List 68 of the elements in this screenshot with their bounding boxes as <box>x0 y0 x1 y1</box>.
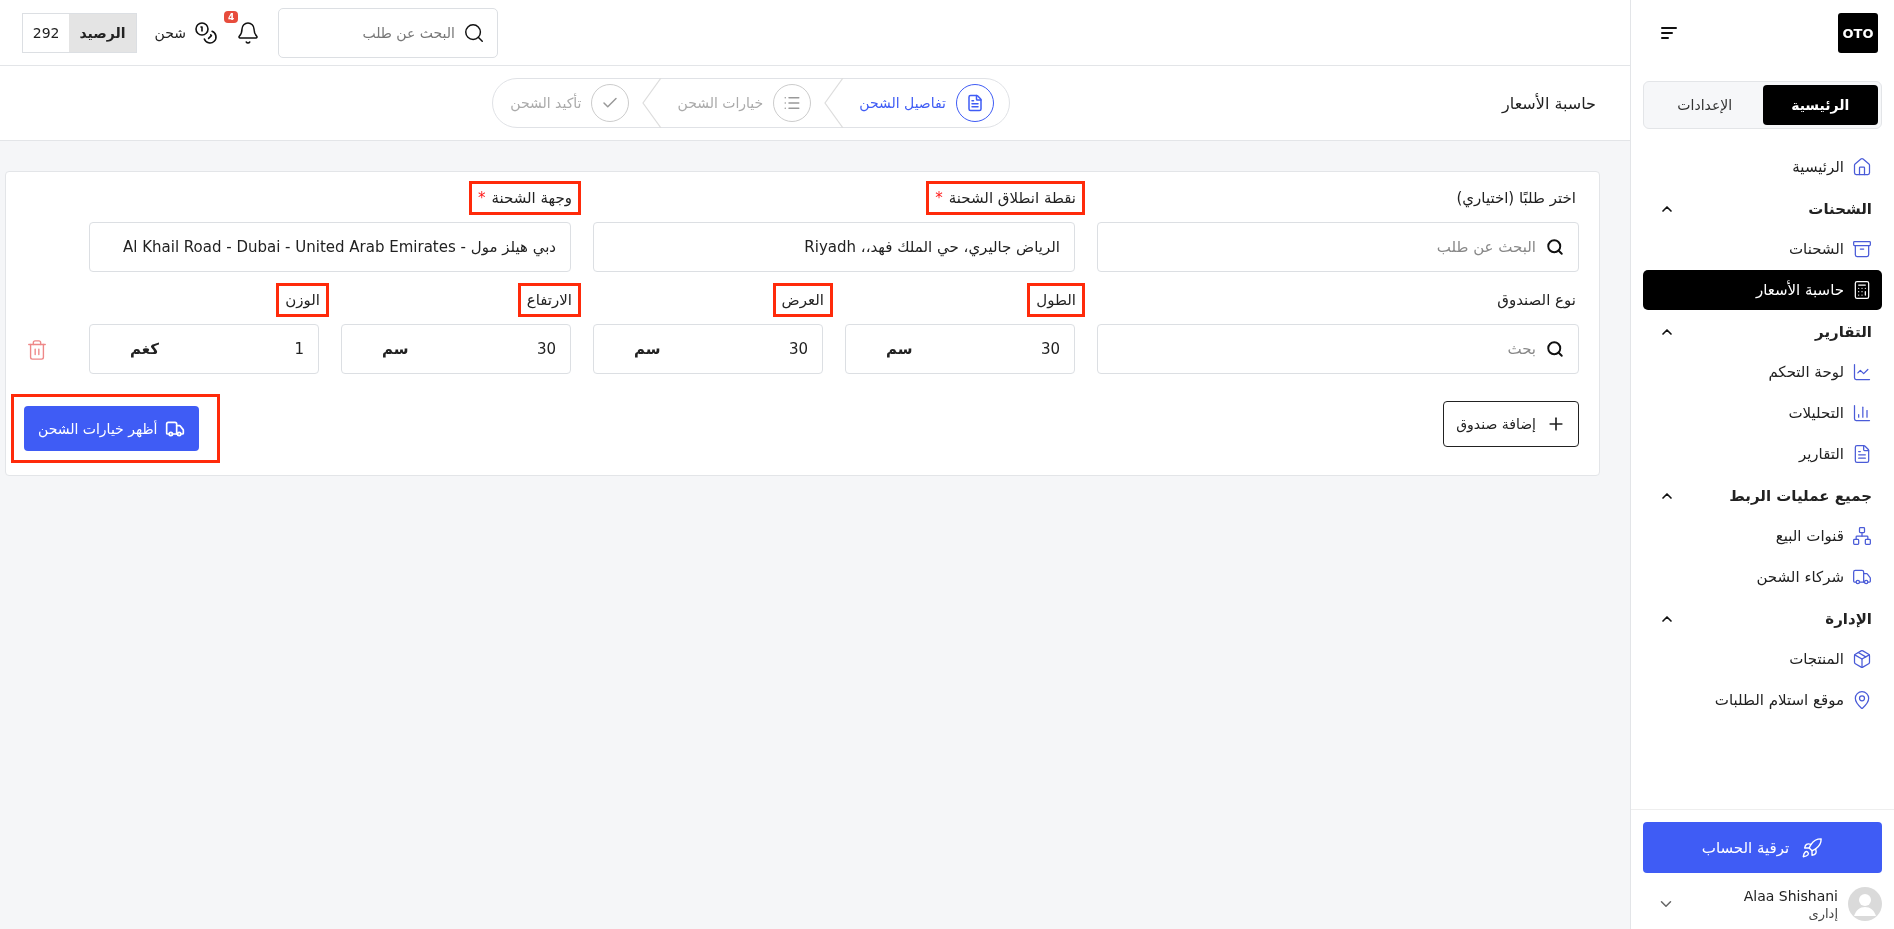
search-field[interactable]: البحث عن طلب <box>278 7 498 58</box>
archive-icon <box>1852 239 1872 259</box>
list-icon <box>783 94 802 112</box>
field-value: 30 <box>1040 340 1060 358</box>
input-field[interactable]: الرياض جاليري، حي الملك فهد،، Riyadh <box>593 222 1075 272</box>
sidebar-item[interactable]: الرئيسية <box>1643 147 1882 187</box>
document-icon <box>1852 444 1872 464</box>
map-pin-icon <box>1852 690 1872 710</box>
field-label: وجهة الشحنة * <box>468 181 581 215</box>
sidebar-tab[interactable]: الرئيسية <box>1762 85 1878 125</box>
sidebar-item[interactable]: شركاء الشحن <box>1643 557 1882 597</box>
network-icon <box>1852 526 1872 546</box>
section-title[interactable]: التقارير <box>1815 322 1872 341</box>
notification-badge: 4 <box>224 10 239 23</box>
field-value: 30 <box>788 340 808 358</box>
field-label: الطول <box>1027 283 1085 317</box>
sidebar-item[interactable]: موقع استلام الطلبات <box>1643 680 1882 720</box>
sidebar-item[interactable]: التقارير <box>1643 434 1882 474</box>
search-icon <box>463 21 485 44</box>
search-icon <box>1546 238 1564 256</box>
step[interactable]: تفاصيل الشحن <box>845 84 1006 122</box>
field-value: 1 <box>294 340 304 358</box>
search-icon <box>1546 340 1564 358</box>
show-options-button[interactable]: أظهر خيارات الشحن <box>24 406 200 451</box>
page-title: حاسبة الأسعار <box>1500 93 1596 113</box>
search-field[interactable]: البحث عن طلب <box>1097 222 1579 272</box>
sidebar-item[interactable]: التحليلات <box>1643 393 1882 433</box>
section-title[interactable]: الإدارة <box>1825 609 1872 628</box>
field-label: نقطة انطلاق الشحنة * <box>926 181 1085 215</box>
unit-label: سم <box>381 340 409 358</box>
add-box-button[interactable]: إضافة صندوق <box>1443 400 1579 447</box>
sidebar-tab[interactable]: الإعدادات <box>1647 85 1763 125</box>
field-label: العرض <box>772 283 833 317</box>
field-label: الوزن <box>276 283 329 317</box>
shipping-label: شحن <box>154 24 186 41</box>
calculator-icon <box>1852 280 1872 300</box>
truck-icon <box>1852 567 1872 587</box>
avatar <box>1848 887 1882 921</box>
field-label: اختر طلبًا (اختياري) <box>1455 188 1577 210</box>
search-field[interactable]: بحث <box>1097 324 1579 374</box>
home-icon <box>1852 157 1872 177</box>
menu-icon[interactable] <box>1661 26 1677 40</box>
unit-label: كغم <box>129 340 159 358</box>
field-value: 30 <box>536 340 556 358</box>
user-role: إدارى <box>1807 905 1838 921</box>
document-icon <box>966 94 984 112</box>
sidebar-item[interactable]: الشحنات <box>1643 229 1882 269</box>
field-label: نوع الصندوق <box>1496 290 1577 311</box>
sidebar-item[interactable]: حاسبة الأسعار <box>1643 270 1882 310</box>
line-chart-icon <box>1852 362 1872 382</box>
package-icon <box>1852 649 1872 669</box>
logo[interactable]: OTO <box>1838 13 1878 53</box>
sidebar-item[interactable]: قنوات البيع <box>1643 516 1882 556</box>
section-title[interactable]: الشحنات <box>1808 199 1872 218</box>
balance-label: الرصيد <box>69 13 136 52</box>
input-field[interactable]: دبي هيلز مول - Al Khail Road - Dubai - United Arab Emirates <box>89 222 571 272</box>
user-name: Alaa Shishani <box>1742 887 1838 904</box>
upgrade-button[interactable]: ترقية الحساب <box>1643 822 1882 873</box>
unit-label: سم <box>885 340 913 358</box>
coins-icon[interactable] <box>194 20 218 45</box>
bar-chart-icon <box>1852 403 1872 423</box>
section-title[interactable]: جميع عمليات الربط <box>1729 486 1872 505</box>
bell-icon[interactable] <box>236 20 260 45</box>
sidebar-item[interactable]: المنتجات <box>1643 639 1882 679</box>
rocket-icon <box>1801 836 1824 859</box>
unit-label: سم <box>633 340 661 358</box>
field-label: الارتفاع <box>517 283 581 317</box>
sidebar-item[interactable]: لوحة التحكم <box>1643 352 1882 392</box>
